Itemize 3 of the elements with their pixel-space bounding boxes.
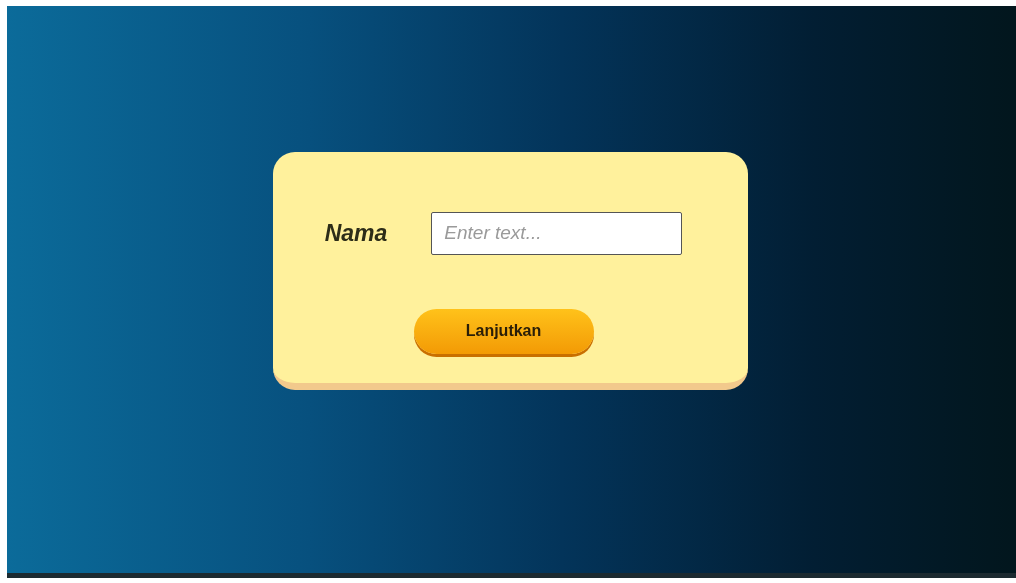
name-label: Nama — [324, 218, 388, 248]
continue-button[interactable]: Lanjutkan — [413, 308, 594, 354]
name-input-field[interactable]: Enter text... — [431, 211, 683, 255]
